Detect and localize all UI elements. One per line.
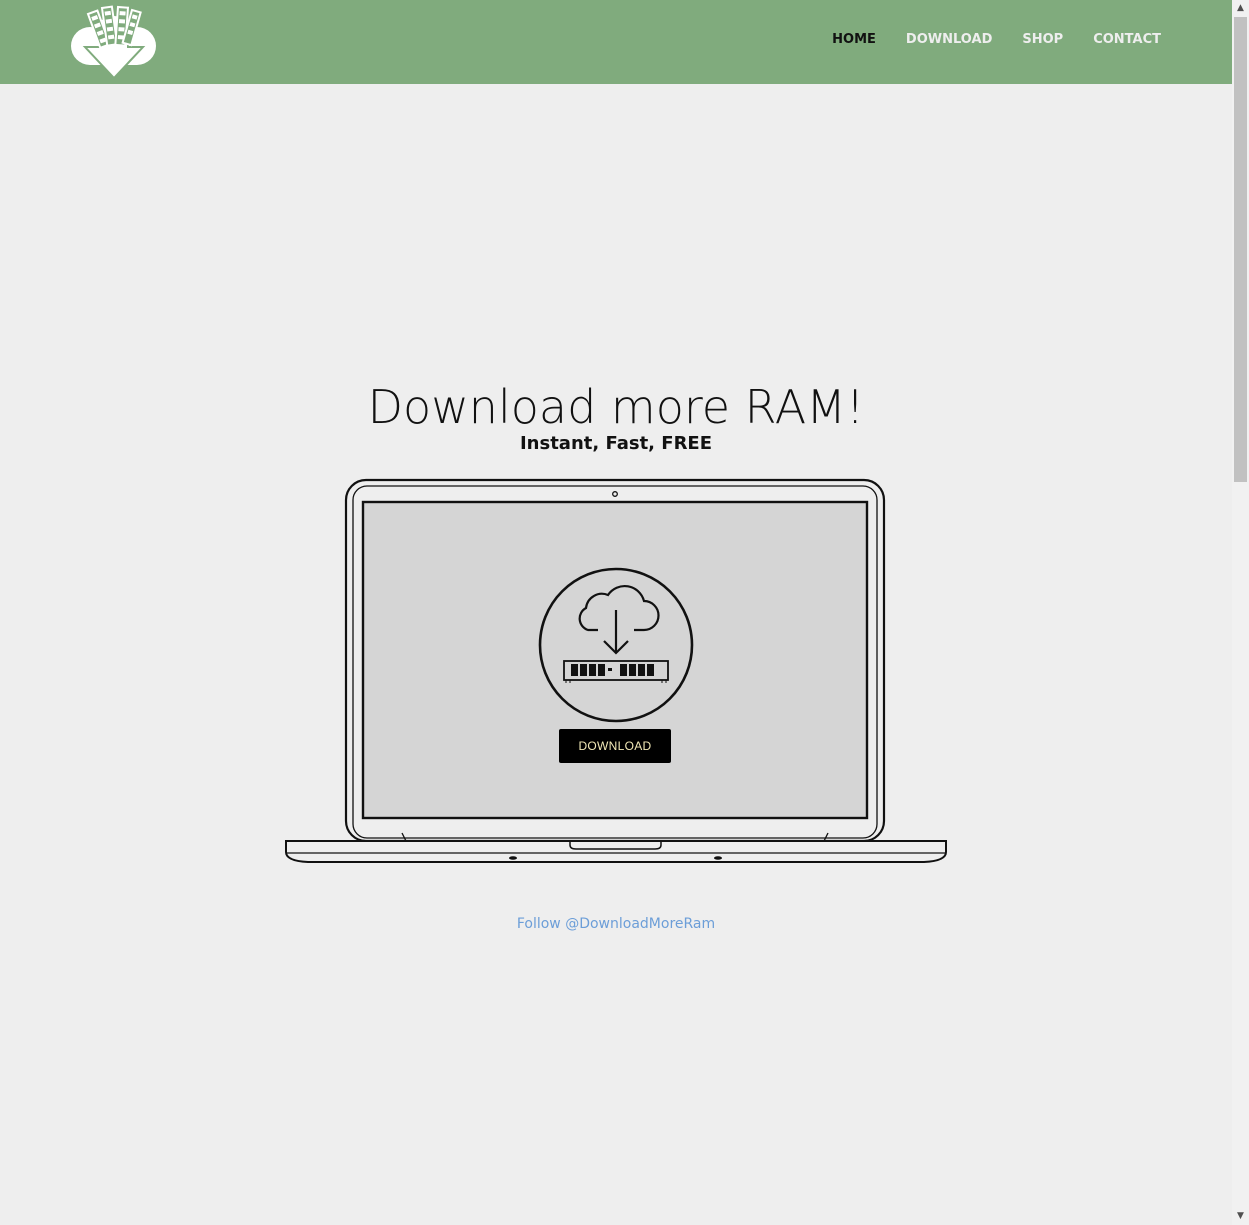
- nav-home-link[interactable]: HOME: [832, 31, 876, 48]
- site-header: HOME DOWNLOAD SHOP CONTACT: [0, 0, 1232, 84]
- scroll-up-arrow-icon[interactable]: ▲: [1232, 0, 1249, 17]
- nav-shop-link[interactable]: SHOP: [1022, 31, 1063, 48]
- follow-twitter-link[interactable]: Follow @DownloadMoreRam: [517, 916, 715, 932]
- cloud-download-ram-logo-icon[interactable]: [70, 4, 160, 82]
- hero-subtitle: Instant, Fast, FREE: [519, 433, 713, 454]
- main-nav: HOME DOWNLOAD SHOP CONTACT: [802, 31, 1161, 48]
- follow-section: Follow @DownloadMoreRam: [0, 914, 1232, 934]
- download-button[interactable]: DOWNLOAD: [559, 729, 671, 763]
- scrollbar-thumb[interactable]: [1234, 17, 1247, 482]
- scroll-down-arrow-icon[interactable]: ▼: [1232, 1208, 1249, 1225]
- vertical-scrollbar[interactable]: ▲ ▼: [1232, 0, 1249, 1225]
- nav-download-link[interactable]: DOWNLOAD: [906, 31, 992, 48]
- cloud-download-ram-icon: [538, 567, 694, 723]
- hero-title: Download more RAM!: [367, 380, 865, 434]
- nav-contact-link[interactable]: CONTACT: [1093, 31, 1161, 48]
